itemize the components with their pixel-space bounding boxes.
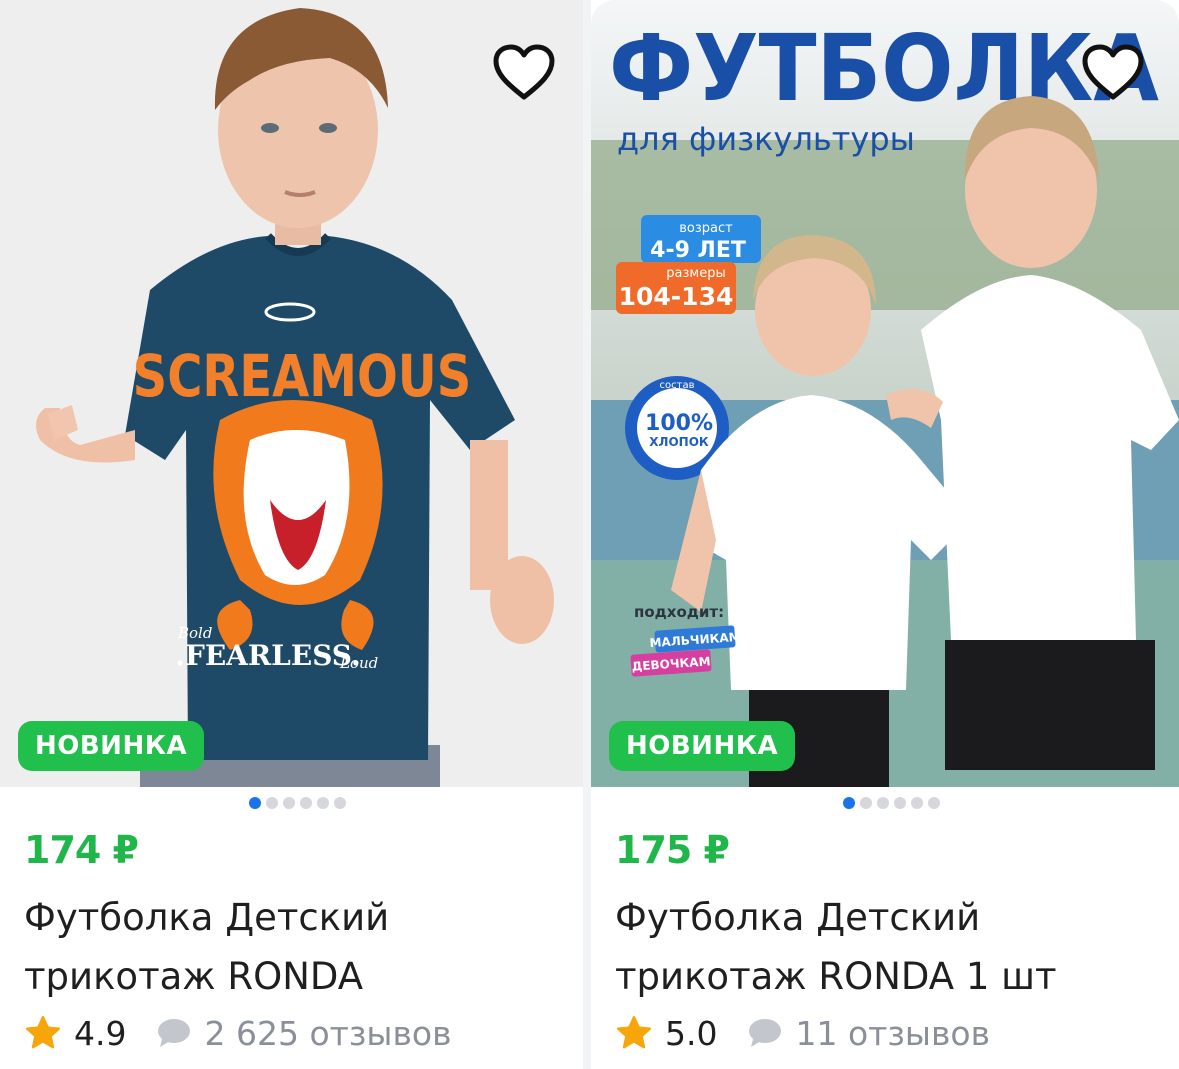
pagination-dot[interactable] — [317, 797, 329, 809]
pagination-dot[interactable] — [249, 797, 261, 809]
pagination-dot[interactable] — [266, 797, 278, 809]
rating-row: 5.0 11 отзывов — [615, 1010, 990, 1056]
comment-bubble-icon — [747, 1017, 783, 1049]
new-badge: НОВИНКА — [609, 721, 796, 771]
age-value: 4-9 ЛЕТ — [650, 238, 746, 263]
promo-subhead: для физкультуры — [617, 120, 915, 158]
product-price: 174 ₽ — [24, 828, 139, 872]
reviews-count[interactable]: 11 отзывов — [795, 1014, 990, 1053]
heart-outline-icon — [493, 44, 555, 100]
card-gap — [583, 0, 591, 1069]
print-text-left: Bold — [177, 624, 212, 642]
pagination-dot[interactable] — [927, 797, 940, 809]
promo-headline: ФУТБОЛКА — [609, 15, 1159, 122]
product-card[interactable]: ФУТБОЛКА для физкультуры возраст 4-9 ЛЕТ… — [591, 0, 1179, 1069]
size-label: размеры — [666, 266, 725, 281]
favorite-button[interactable] — [1081, 40, 1145, 104]
heart-outline-icon — [1082, 44, 1144, 100]
product-photo[interactable]: ФУТБОЛКА для физкультуры возраст 4-9 ЛЕТ… — [591, 0, 1179, 787]
photo-pagination[interactable] — [591, 797, 1179, 809]
product-title[interactable]: Футболка Детский трикотаж RONDA 1 шт — [615, 888, 1165, 1006]
product-photo-image: ФУТБОЛКА для физкультуры возраст 4-9 ЛЕТ… — [591, 0, 1179, 787]
cotton-percent: 100% — [645, 411, 713, 436]
print-text-bottom: .FEARLESS. — [175, 639, 361, 672]
new-badge: НОВИНКА — [18, 721, 205, 771]
pagination-dot[interactable] — [283, 797, 295, 809]
print-text-top: SCREAMOUS — [133, 343, 472, 410]
photo-pagination[interactable] — [0, 797, 583, 809]
product-card[interactable]: SCREAMOUS .FEARLESS. Bold Loud НОВИНКА 1… — [0, 0, 583, 1069]
product-title[interactable]: Футболка Детский трикотаж RONDA — [24, 888, 574, 1006]
star-icon — [615, 1014, 653, 1052]
pagination-dot[interactable] — [893, 797, 906, 809]
comment-bubble-icon — [156, 1017, 192, 1049]
size-value: 104-134 — [619, 282, 734, 311]
product-title-line: Футболка Детский — [24, 896, 390, 939]
pagination-dot[interactable] — [334, 797, 346, 809]
cotton-label: ХЛОПОК — [649, 435, 709, 449]
age-label: возраст — [679, 221, 733, 236]
favorite-button[interactable] — [492, 40, 556, 104]
product-photo[interactable]: SCREAMOUS .FEARLESS. Bold Loud — [0, 0, 583, 787]
product-title-line: Футболка Детский — [615, 896, 981, 939]
fits-label: подходит: — [634, 603, 724, 621]
seal-ring-text: состав — [660, 380, 695, 391]
pagination-dot[interactable] — [842, 797, 855, 809]
rating-row: 4.9 2 625 отзывов — [24, 1010, 452, 1056]
pagination-dot[interactable] — [910, 797, 923, 809]
star-icon — [24, 1014, 62, 1052]
product-title-line: трикотаж RONDA 1 шт — [615, 955, 1057, 998]
rating-value: 5.0 — [665, 1013, 718, 1053]
pagination-dot[interactable] — [859, 797, 872, 809]
print-text-right: Loud — [339, 654, 378, 672]
product-photo-image: SCREAMOUS .FEARLESS. Bold Loud — [0, 0, 583, 787]
pagination-dot[interactable] — [876, 797, 889, 809]
pagination-dot[interactable] — [300, 797, 312, 809]
product-price: 175 ₽ — [615, 828, 730, 872]
reviews-count[interactable]: 2 625 отзывов — [204, 1014, 451, 1053]
product-title-line: трикотаж RONDA — [24, 955, 364, 998]
rating-value: 4.9 — [74, 1013, 127, 1053]
